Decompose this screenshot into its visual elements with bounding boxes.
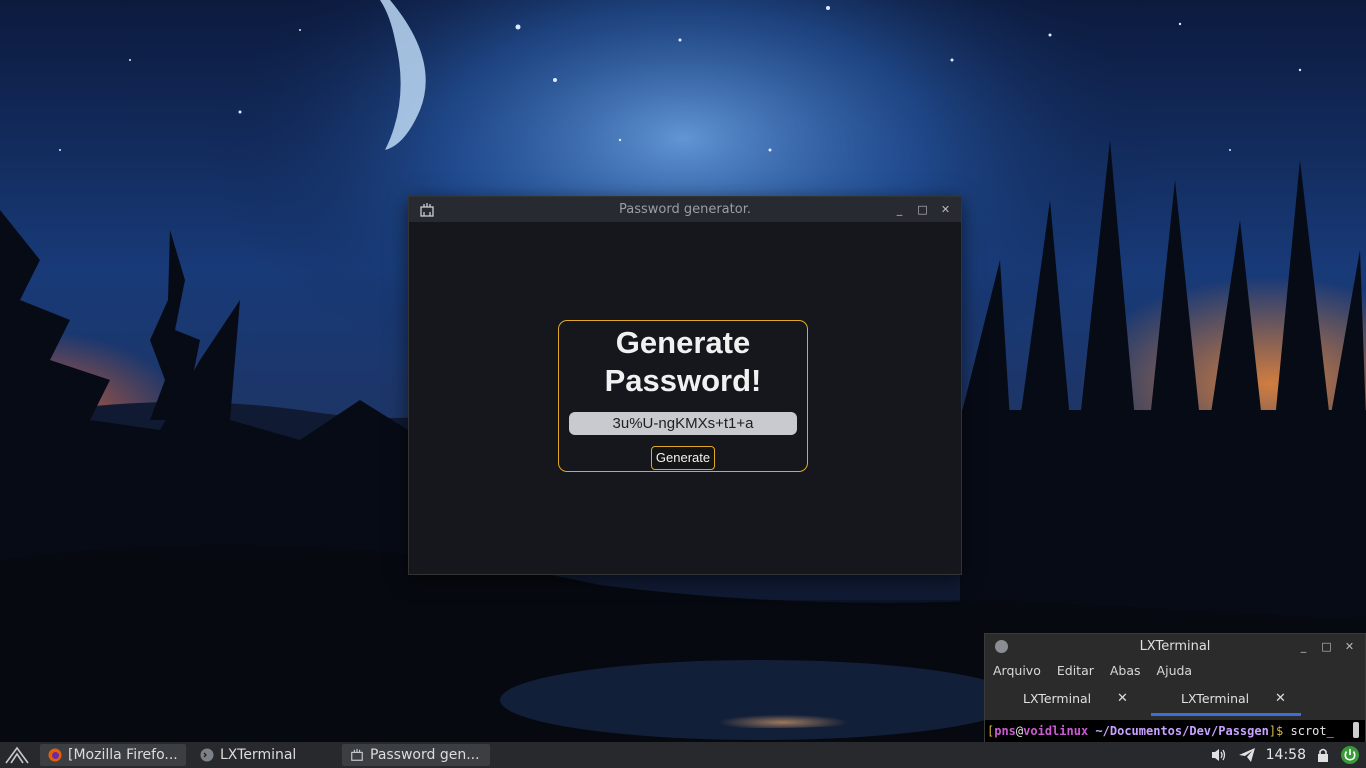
heading-line-1: Generate xyxy=(615,325,751,360)
close-icon[interactable]: ✕ xyxy=(1342,639,1357,654)
menu-ajuda[interactable]: Ajuda xyxy=(1157,659,1193,683)
taskbar-item-label: Password gen... xyxy=(370,747,480,763)
password-output-field[interactable]: 3u%U-ngKMXs+t1+a xyxy=(569,412,797,435)
terminal-tab-1[interactable]: LXTerminal ✕ xyxy=(985,683,1143,719)
taskbar-item-firefox[interactable]: [Mozilla Firefo... xyxy=(40,744,186,766)
prompt-path: ~/Documentos/Dev/Passgen xyxy=(1095,724,1269,738)
terminal-scrollbar[interactable] xyxy=(1353,722,1359,738)
prompt-close: ]$ xyxy=(1268,724,1284,738)
tab-label: LXTerminal xyxy=(1181,691,1250,706)
tab-close-icon[interactable]: ✕ xyxy=(1117,683,1128,715)
terminal-icon xyxy=(995,640,1008,653)
minimize-icon[interactable]: _ xyxy=(892,202,907,217)
menu-abas[interactable]: Abas xyxy=(1110,659,1141,683)
lock-icon[interactable] xyxy=(1316,747,1330,763)
logout-icon[interactable] xyxy=(1340,745,1360,765)
terminal-titlebar[interactable]: LXTerminal _ □ ✕ xyxy=(985,634,1365,659)
minimize-icon[interactable]: _ xyxy=(1296,639,1311,654)
clock[interactable]: 14:58 xyxy=(1266,747,1306,763)
app-icon xyxy=(420,203,434,217)
window-controls: _ □ ✕ xyxy=(892,197,953,222)
window-title: Password generator. xyxy=(619,202,751,217)
menu-editar[interactable]: Editar xyxy=(1057,659,1094,683)
firefox-icon xyxy=(48,748,62,762)
terminal-output[interactable]: [pns@voidlinux ~/Documentos/Dev/Passgen]… xyxy=(985,720,1365,742)
close-icon[interactable]: ✕ xyxy=(938,202,953,217)
prompt-user: pns xyxy=(994,724,1016,738)
terminal-tab-2[interactable]: LXTerminal ✕ xyxy=(1143,683,1301,719)
app-icon xyxy=(351,748,363,761)
maximize-icon[interactable]: □ xyxy=(1319,639,1334,654)
window-titlebar[interactable]: Password generator. _ □ ✕ xyxy=(409,197,961,222)
taskbar-item-label: LXTerminal xyxy=(220,747,297,763)
terminal-window-controls: _ □ ✕ xyxy=(1296,634,1357,659)
prompt-command: scrot_ xyxy=(1290,724,1334,738)
volume-icon[interactable] xyxy=(1210,747,1228,763)
system-tray: 14:58 xyxy=(1210,742,1360,768)
tab-label: LXTerminal xyxy=(1023,691,1092,706)
terminal-window: LXTerminal _ □ ✕ Arquivo Editar Abas Aju… xyxy=(984,633,1366,743)
password-generator-window: Password generator. _ □ ✕ Generate Passw… xyxy=(408,196,962,575)
tab-close-icon[interactable]: ✕ xyxy=(1275,683,1286,715)
taskbar-item-password-generator[interactable]: Password gen... xyxy=(342,744,490,766)
page-title: Generate Password! xyxy=(559,324,807,400)
taskbar-item-label: [Mozilla Firefo... xyxy=(68,747,178,763)
telegram-icon[interactable] xyxy=(1238,747,1256,763)
terminal-menubar: Arquivo Editar Abas Ajuda xyxy=(985,659,1365,683)
prompt-host: voidlinux xyxy=(1023,724,1089,738)
terminal-icon xyxy=(200,748,214,762)
terminal-tabs: LXTerminal ✕ LXTerminal ✕ xyxy=(985,683,1365,719)
start-menu-icon[interactable] xyxy=(4,745,30,765)
menu-arquivo[interactable]: Arquivo xyxy=(993,659,1041,683)
terminal-title: LXTerminal xyxy=(1139,639,1211,654)
heading-line-2: Password! xyxy=(604,363,762,398)
taskbar: [Mozilla Firefo... LXTerminal Password g… xyxy=(0,742,1366,768)
generator-card: Generate Password! 3u%U-ngKMXs+t1+a Gene… xyxy=(558,320,808,472)
maximize-icon[interactable]: □ xyxy=(915,202,930,217)
taskbar-item-lxterminal[interactable]: LXTerminal xyxy=(192,744,338,766)
generate-button[interactable]: Generate xyxy=(650,446,716,470)
